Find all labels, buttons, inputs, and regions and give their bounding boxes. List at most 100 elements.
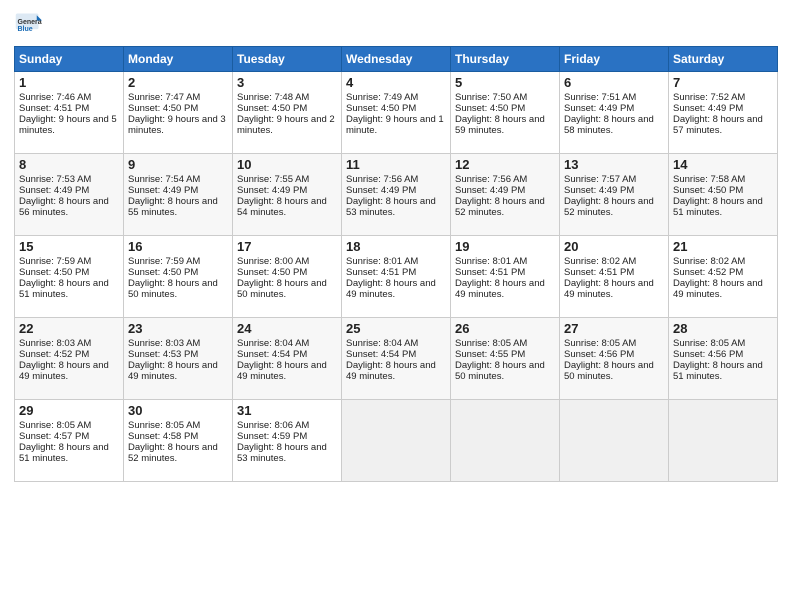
calendar-cell: 18Sunrise: 8:01 AMSunset: 4:51 PMDayligh… (342, 236, 451, 318)
daylight-text: Daylight: 8 hours and 49 minutes. (237, 360, 327, 382)
daylight-text: Daylight: 8 hours and 49 minutes. (128, 360, 218, 382)
calendar-cell: 23Sunrise: 8:03 AMSunset: 4:53 PMDayligh… (124, 318, 233, 400)
calendar-cell: 27Sunrise: 8:05 AMSunset: 4:56 PMDayligh… (560, 318, 669, 400)
sunset-text: Sunset: 4:49 PM (237, 185, 307, 196)
sunset-text: Sunset: 4:49 PM (346, 185, 416, 196)
sunrise-text: Sunrise: 7:54 AM (128, 174, 200, 185)
sunrise-text: Sunrise: 7:46 AM (19, 92, 91, 103)
calendar-cell: 19Sunrise: 8:01 AMSunset: 4:51 PMDayligh… (451, 236, 560, 318)
sunset-text: Sunset: 4:49 PM (673, 103, 743, 114)
day-number: 1 (19, 75, 119, 90)
calendar-cell: 3Sunrise: 7:48 AMSunset: 4:50 PMDaylight… (233, 72, 342, 154)
day-number: 2 (128, 75, 228, 90)
calendar-cell: 11Sunrise: 7:56 AMSunset: 4:49 PMDayligh… (342, 154, 451, 236)
sunrise-text: Sunrise: 7:55 AM (237, 174, 309, 185)
daylight-text: Daylight: 8 hours and 59 minutes. (455, 114, 545, 136)
sunset-text: Sunset: 4:59 PM (237, 431, 307, 442)
col-header-sunday: Sunday (15, 47, 124, 72)
daylight-text: Daylight: 8 hours and 54 minutes. (237, 196, 327, 218)
day-number: 12 (455, 157, 555, 172)
calendar-cell: 16Sunrise: 7:59 AMSunset: 4:50 PMDayligh… (124, 236, 233, 318)
daylight-text: Daylight: 8 hours and 50 minutes. (455, 360, 545, 382)
sunrise-text: Sunrise: 7:49 AM (346, 92, 418, 103)
calendar-cell (342, 400, 451, 482)
sunrise-text: Sunrise: 7:56 AM (455, 174, 527, 185)
calendar-cell (669, 400, 778, 482)
calendar-cell: 1Sunrise: 7:46 AMSunset: 4:51 PMDaylight… (15, 72, 124, 154)
calendar-cell: 20Sunrise: 8:02 AMSunset: 4:51 PMDayligh… (560, 236, 669, 318)
daylight-text: Daylight: 8 hours and 49 minutes. (346, 278, 436, 300)
daylight-text: Daylight: 8 hours and 51 minutes. (673, 360, 763, 382)
col-header-thursday: Thursday (451, 47, 560, 72)
calendar-cell (451, 400, 560, 482)
day-number: 27 (564, 321, 664, 336)
day-number: 28 (673, 321, 773, 336)
sunrise-text: Sunrise: 7:53 AM (19, 174, 91, 185)
sunrise-text: Sunrise: 7:51 AM (564, 92, 636, 103)
day-number: 19 (455, 239, 555, 254)
sunrise-text: Sunrise: 7:59 AM (19, 256, 91, 267)
calendar-cell: 31Sunrise: 8:06 AMSunset: 4:59 PMDayligh… (233, 400, 342, 482)
sunrise-text: Sunrise: 8:04 AM (346, 338, 418, 349)
day-number: 11 (346, 157, 446, 172)
sunset-text: Sunset: 4:50 PM (237, 103, 307, 114)
daylight-text: Daylight: 9 hours and 5 minutes. (19, 114, 117, 136)
day-number: 3 (237, 75, 337, 90)
sunset-text: Sunset: 4:55 PM (455, 349, 525, 360)
calendar-cell: 9Sunrise: 7:54 AMSunset: 4:49 PMDaylight… (124, 154, 233, 236)
calendar-cell: 10Sunrise: 7:55 AMSunset: 4:49 PMDayligh… (233, 154, 342, 236)
day-number: 15 (19, 239, 119, 254)
col-header-saturday: Saturday (669, 47, 778, 72)
sunrise-text: Sunrise: 8:04 AM (237, 338, 309, 349)
daylight-text: Daylight: 8 hours and 58 minutes. (564, 114, 654, 136)
calendar-cell: 8Sunrise: 7:53 AMSunset: 4:49 PMDaylight… (15, 154, 124, 236)
calendar-cell: 6Sunrise: 7:51 AMSunset: 4:49 PMDaylight… (560, 72, 669, 154)
sunset-text: Sunset: 4:52 PM (673, 267, 743, 278)
calendar-cell: 15Sunrise: 7:59 AMSunset: 4:50 PMDayligh… (15, 236, 124, 318)
sunset-text: Sunset: 4:50 PM (673, 185, 743, 196)
day-number: 16 (128, 239, 228, 254)
sunset-text: Sunset: 4:54 PM (346, 349, 416, 360)
sunrise-text: Sunrise: 8:06 AM (237, 420, 309, 431)
sunrise-text: Sunrise: 8:00 AM (237, 256, 309, 267)
sunrise-text: Sunrise: 7:56 AM (346, 174, 418, 185)
daylight-text: Daylight: 9 hours and 3 minutes. (128, 114, 226, 136)
sunrise-text: Sunrise: 7:52 AM (673, 92, 745, 103)
sunset-text: Sunset: 4:49 PM (19, 185, 89, 196)
day-number: 21 (673, 239, 773, 254)
daylight-text: Daylight: 8 hours and 53 minutes. (237, 442, 327, 464)
sunrise-text: Sunrise: 8:05 AM (19, 420, 91, 431)
day-number: 30 (128, 403, 228, 418)
calendar-cell: 22Sunrise: 8:03 AMSunset: 4:52 PMDayligh… (15, 318, 124, 400)
main-container: General Blue SundayMondayTuesdayWednesda… (0, 0, 792, 490)
sunset-text: Sunset: 4:50 PM (237, 267, 307, 278)
sunrise-text: Sunrise: 8:05 AM (564, 338, 636, 349)
day-number: 4 (346, 75, 446, 90)
daylight-text: Daylight: 8 hours and 50 minutes. (564, 360, 654, 382)
sunset-text: Sunset: 4:51 PM (455, 267, 525, 278)
sunrise-text: Sunrise: 7:47 AM (128, 92, 200, 103)
sunset-text: Sunset: 4:50 PM (346, 103, 416, 114)
sunset-text: Sunset: 4:54 PM (237, 349, 307, 360)
daylight-text: Daylight: 9 hours and 1 minute. (346, 114, 444, 136)
day-number: 7 (673, 75, 773, 90)
daylight-text: Daylight: 8 hours and 52 minutes. (564, 196, 654, 218)
calendar-cell: 13Sunrise: 7:57 AMSunset: 4:49 PMDayligh… (560, 154, 669, 236)
sunrise-text: Sunrise: 8:05 AM (128, 420, 200, 431)
sunrise-text: Sunrise: 7:57 AM (564, 174, 636, 185)
calendar-cell: 28Sunrise: 8:05 AMSunset: 4:56 PMDayligh… (669, 318, 778, 400)
sunset-text: Sunset: 4:51 PM (346, 267, 416, 278)
day-number: 9 (128, 157, 228, 172)
day-number: 5 (455, 75, 555, 90)
daylight-text: Daylight: 8 hours and 51 minutes. (673, 196, 763, 218)
calendar-cell: 17Sunrise: 8:00 AMSunset: 4:50 PMDayligh… (233, 236, 342, 318)
day-number: 25 (346, 321, 446, 336)
sunrise-text: Sunrise: 8:05 AM (455, 338, 527, 349)
day-number: 24 (237, 321, 337, 336)
sunrise-text: Sunrise: 8:05 AM (673, 338, 745, 349)
sunrise-text: Sunrise: 8:01 AM (455, 256, 527, 267)
sunrise-text: Sunrise: 7:48 AM (237, 92, 309, 103)
calendar-cell: 7Sunrise: 7:52 AMSunset: 4:49 PMDaylight… (669, 72, 778, 154)
calendar-cell: 24 Sunrise: 8:04 AMSunset: 4:54 PMDayligh… (233, 318, 342, 400)
day-number: 20 (564, 239, 664, 254)
